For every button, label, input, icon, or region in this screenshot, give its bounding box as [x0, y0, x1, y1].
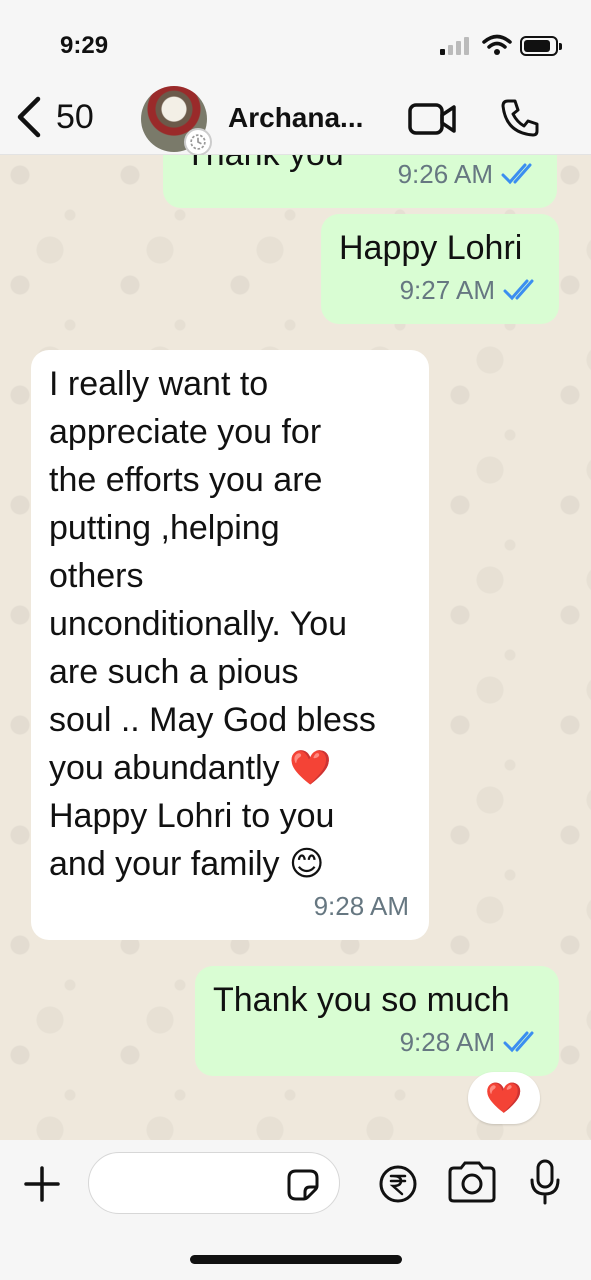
double-check-icon	[503, 1031, 534, 1053]
message-bubble-outgoing[interactable]: Thank you 9:26 AM	[163, 155, 557, 208]
status-ring-icon	[184, 128, 212, 156]
status-time: 9:29	[60, 32, 109, 59]
message-reaction[interactable]: ❤️	[468, 1072, 540, 1124]
contact-name[interactable]: Archana...	[228, 102, 363, 134]
message-meta: 9:28 AM	[314, 882, 409, 930]
mic-icon[interactable]	[528, 1158, 562, 1206]
home-indicator[interactable]	[190, 1255, 402, 1264]
video-call-icon[interactable]	[408, 102, 458, 136]
message-time: 9:26 AM	[397, 159, 493, 189]
back-button[interactable]: 50	[14, 94, 94, 140]
message-text: Thank you so much	[213, 981, 510, 1019]
camera-icon[interactable]	[446, 1160, 498, 1204]
message-meta: 9:27 AM	[400, 266, 541, 314]
message-bubble-outgoing[interactable]: Thank you so much 9:28 AM	[195, 966, 559, 1076]
status-bar: 9:29	[0, 0, 591, 80]
rupee-icon[interactable]	[378, 1164, 418, 1204]
sticker-icon[interactable]	[286, 1168, 320, 1202]
chat-header: 50 Archana...	[0, 80, 591, 156]
battery-icon	[520, 36, 562, 56]
message-meta: 9:26 AM	[398, 155, 539, 198]
signal-icon	[440, 37, 470, 55]
chevron-left-icon	[17, 96, 41, 138]
message-meta: 9:28 AM	[400, 1018, 541, 1066]
message-bubble-outgoing[interactable]: Happy Lohri 9:27 AM	[321, 214, 559, 324]
message-time: 9:28 AM	[399, 1027, 495, 1057]
message-text: I really want to appreciate you for the …	[49, 365, 376, 883]
unread-count: 50	[56, 97, 94, 136]
plus-icon[interactable]	[22, 1164, 62, 1204]
chat-area[interactable]: Thank you 9:26 AM Happy Lohri 9:27 AM I …	[0, 155, 591, 1140]
reaction-emoji: ❤️	[485, 1081, 523, 1115]
wifi-icon	[482, 34, 512, 55]
double-check-icon	[503, 279, 534, 301]
message-time: 9:27 AM	[399, 275, 495, 305]
phone-icon[interactable]	[500, 98, 540, 138]
double-check-icon	[501, 163, 532, 185]
message-text: Thank you	[185, 155, 344, 178]
message-bubble-incoming[interactable]: I really want to appreciate you for the …	[31, 350, 429, 940]
message-time: 9:28 AM	[313, 891, 409, 921]
message-text: Happy Lohri	[339, 229, 523, 267]
